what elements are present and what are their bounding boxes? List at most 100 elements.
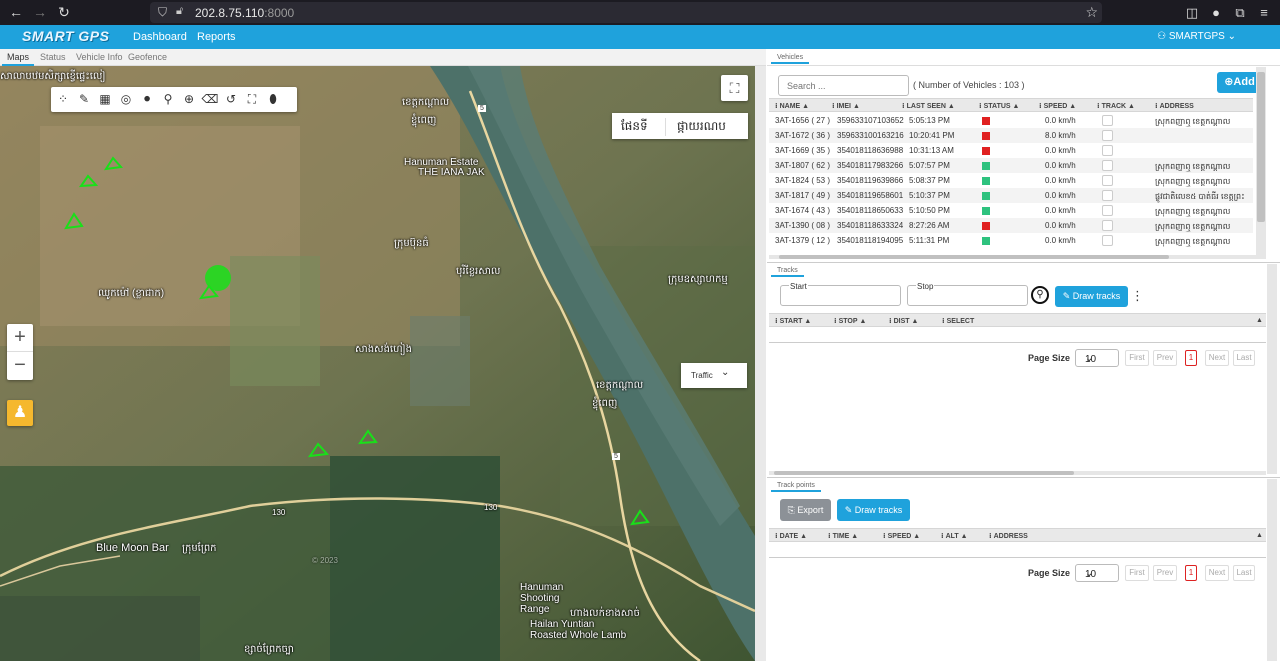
last-page-button[interactable]: Last: [1233, 565, 1255, 581]
col-last-seen[interactable]: ⁝ LAST SEEN ▲: [902, 102, 955, 110]
current-page[interactable]: 1: [1185, 565, 1197, 581]
track-checkbox[interactable]: [1102, 235, 1113, 246]
table-row[interactable]: 3AT-1824 ( 53 ) 354018119639866 5:08:37 PM…: [769, 173, 1253, 188]
col-time[interactable]: ⁝ TIME ▲: [828, 532, 858, 540]
menu-reports[interactable]: Reports: [197, 31, 236, 43]
track-checkbox[interactable]: [1102, 130, 1113, 141]
map-type-satellite[interactable]: ផ្កាយរណប: [665, 118, 726, 136]
select-icon[interactable]: ⁘: [54, 91, 72, 108]
col-address[interactable]: ⁝ ADDRESS: [989, 532, 1028, 540]
first-page-button[interactable]: First: [1125, 565, 1149, 581]
grid-icon[interactable]: ▦: [96, 91, 114, 108]
track-checkbox[interactable]: [1102, 205, 1113, 216]
track-checkbox[interactable]: [1102, 190, 1113, 201]
table-row[interactable]: 3AT-1656 ( 27 ) 359633107103652 5:05:13 PM…: [769, 113, 1253, 128]
search-icon[interactable]: ⚲: [159, 91, 177, 108]
col-speed[interactable]: ⁝ SPEED ▲: [883, 532, 920, 540]
table-row[interactable]: 3AT-1669 ( 35 ) 354018118636988 10:31:13 A…: [769, 143, 1253, 158]
last-page-button[interactable]: Last: [1233, 350, 1255, 366]
track-checkbox[interactable]: [1102, 115, 1113, 126]
more-options-icon[interactable]: ⋮: [1131, 288, 1144, 304]
tab-vehicles[interactable]: Vehicles: [771, 52, 810, 64]
track-checkbox[interactable]: [1102, 175, 1113, 186]
reload-icon[interactable]: ↻: [54, 3, 74, 21]
url-bar[interactable]: ⛉ 🔓︎ 202.8.75.110:8000 ☆: [150, 2, 1102, 23]
pocket-icon[interactable]: ◫: [1183, 4, 1201, 22]
account-icon[interactable]: ●: [1207, 4, 1225, 22]
traffic-dropdown[interactable]: Traffic ⌄: [681, 363, 747, 388]
fullscreen-icon[interactable]: ⛶: [721, 75, 748, 101]
zoom-out-button[interactable]: −: [7, 352, 33, 380]
next-page-button[interactable]: Next: [1205, 350, 1229, 366]
tab-status[interactable]: Status: [35, 51, 71, 66]
tab-tracks[interactable]: Tracks: [771, 265, 804, 277]
col-date[interactable]: ⁝ DATE ▲: [775, 532, 807, 540]
vehicle-search-input[interactable]: [778, 75, 909, 96]
pencil-icon[interactable]: ✎: [75, 91, 93, 108]
undo-icon[interactable]: ↺: [222, 91, 240, 108]
tab-vehicle-info[interactable]: Vehicle Info: [71, 51, 128, 66]
map-scrollbar[interactable]: [755, 66, 766, 661]
col-select[interactable]: ⁝ SELECT: [942, 317, 974, 325]
crop-icon[interactable]: ⛶: [243, 91, 261, 108]
hamburger-menu-icon[interactable]: ≡: [1255, 4, 1273, 22]
col-start[interactable]: ⁝ START ▲: [775, 317, 811, 325]
back-icon[interactable]: ←: [6, 3, 26, 21]
tab-track-points[interactable]: Track points: [771, 480, 821, 492]
bookmark-star-icon[interactable]: ☆: [1085, 4, 1098, 21]
extensions-icon[interactable]: ⧉: [1231, 4, 1249, 22]
zoom-in-button[interactable]: +: [7, 324, 33, 352]
table-row[interactable]: 3AT-1674 ( 43 ) 354018118650633 5:10:50 PM…: [769, 203, 1253, 218]
table-row[interactable]: 3AT-1807 ( 62 ) 354018117983266 5:07:57 PM…: [769, 158, 1253, 173]
prev-page-button[interactable]: Prev: [1153, 350, 1177, 366]
satellite-map[interactable]: សាលាបឋមសិក្សាខ្វើផ្ទេះលៀ ខេត្តកណ្ដាល ខ្ទ…: [0, 66, 755, 661]
search-tracks-icon[interactable]: ⚲: [1031, 286, 1049, 304]
col-imei[interactable]: ⁝ IMEI ▲: [832, 102, 860, 110]
stop-date-input[interactable]: Stop: [907, 282, 1028, 306]
marker-icon[interactable]: ⚫: [138, 91, 156, 108]
col-name[interactable]: ⁝ NAME ▲: [775, 102, 809, 110]
prev-page-button[interactable]: Prev: [1153, 565, 1177, 581]
page-size-select[interactable]: 10 ⌄: [1075, 349, 1119, 367]
col-alt[interactable]: ⁝ ALT ▲: [941, 532, 968, 540]
tracks-hscrollbar[interactable]: [769, 471, 1266, 475]
start-date-input[interactable]: Start: [780, 282, 901, 306]
user-menu[interactable]: ⚇ SMARTGPS ⌄: [1157, 31, 1236, 42]
geofence-icon[interactable]: ⬮: [264, 91, 282, 108]
page-size-select[interactable]: 10 ⌄: [1075, 564, 1119, 582]
col-speed[interactable]: ⁝ SPEED ▲: [1039, 102, 1076, 110]
track-checkbox[interactable]: [1102, 145, 1113, 156]
vehicles-scrollbar[interactable]: [1256, 67, 1266, 257]
table-row[interactable]: 3AT-1817 ( 49 ) 354018119658601 5:10:37 PM…: [769, 188, 1253, 203]
tab-maps[interactable]: Maps: [2, 51, 35, 66]
export-button[interactable]: ⎘ Export: [780, 499, 831, 521]
tracks-scrollbar[interactable]: [1267, 264, 1277, 474]
street-view-pegman-icon[interactable]: ♟: [7, 400, 33, 426]
track-checkbox[interactable]: [1102, 220, 1113, 231]
col-status[interactable]: ⁝ STATUS ▲: [979, 102, 1019, 110]
draw-trackpoints-button[interactable]: ✎ Draw tracks: [837, 499, 910, 521]
vehicles-hscrollbar[interactable]: [769, 255, 1266, 259]
forward-icon[interactable]: →: [30, 3, 50, 21]
table-row[interactable]: 3AT-1390 ( 08 ) 354018118633324 8:27:26 AM…: [769, 218, 1253, 233]
col-dist[interactable]: ⁝ DIST ▲: [889, 317, 918, 325]
menu-dashboard[interactable]: Dashboard: [133, 31, 187, 43]
col-address[interactable]: ⁝ ADDRESS: [1155, 102, 1194, 110]
current-page[interactable]: 1: [1185, 350, 1197, 366]
track-checkbox[interactable]: [1102, 160, 1113, 171]
draw-tracks-button[interactable]: ✎ Draw tracks: [1055, 286, 1128, 307]
first-page-button[interactable]: First: [1125, 350, 1149, 366]
trackpoints-scrollbar[interactable]: [1267, 479, 1277, 661]
sort-icon[interactable]: ▲: [1256, 317, 1263, 324]
circle-icon[interactable]: ◎: [117, 91, 135, 108]
table-row[interactable]: 3AT-1379 ( 12 ) 354018118194095 5:11:31 PM…: [769, 233, 1253, 248]
table-row[interactable]: 3AT-1672 ( 36 ) 359633100163216 10:20:41 P…: [769, 128, 1253, 143]
col-stop[interactable]: ⁝ STOP ▲: [834, 317, 866, 325]
sort-icon[interactable]: ▲: [1256, 532, 1263, 539]
col-track[interactable]: ⁝ TRACK ▲: [1097, 102, 1135, 110]
next-page-button[interactable]: Next: [1205, 565, 1229, 581]
tab-geofence[interactable]: Geofence: [123, 51, 172, 66]
zoom-search-icon[interactable]: ⊕: [180, 91, 198, 108]
map-type-map[interactable]: ផែនទី: [621, 118, 648, 136]
eraser-icon[interactable]: ⌫: [201, 91, 219, 108]
